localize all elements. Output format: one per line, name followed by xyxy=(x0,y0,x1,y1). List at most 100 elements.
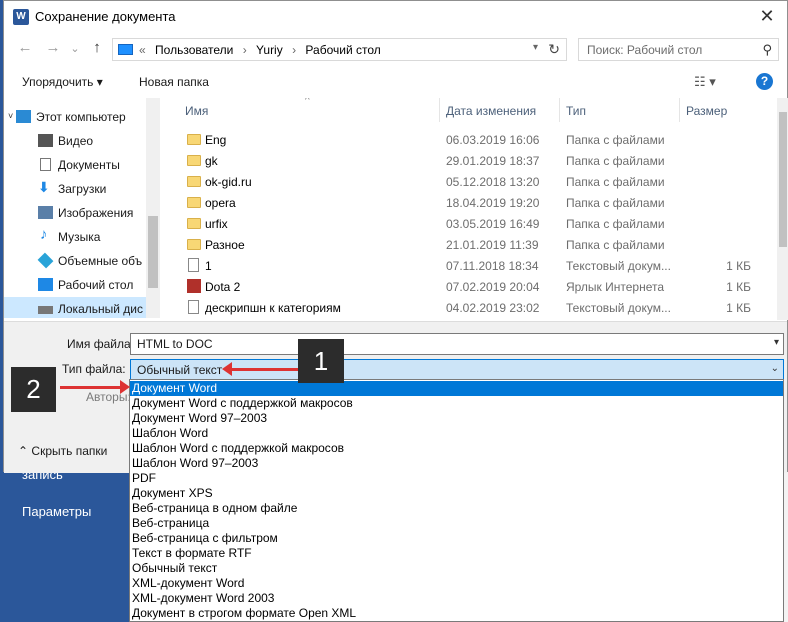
chevron-down-icon[interactable]: ⌄ xyxy=(771,363,779,374)
filetype-option[interactable]: XML-документ Word 2003 xyxy=(130,591,783,606)
recent-dropdown-icon[interactable]: ⌄ xyxy=(66,42,84,55)
file-date: 07.02.2019 20:04 xyxy=(446,280,540,294)
column-header-date[interactable]: Дата изменения xyxy=(440,98,560,122)
table-row[interactable]: ok-gid.ru 05.12.2018 13:20 Папка с файлами xyxy=(167,171,777,192)
nav-scrollbar[interactable] xyxy=(146,98,160,318)
filetype-option[interactable]: Текст в формате RTF xyxy=(130,546,783,561)
chevron-down-icon[interactable]: ▾ xyxy=(533,42,538,53)
annotation-arrowhead-1 xyxy=(222,362,232,376)
filetype-option[interactable]: XML-документ Word xyxy=(130,576,783,591)
back-arrow-icon[interactable]: ← xyxy=(16,39,34,56)
table-row[interactable]: 1 07.11.2018 18:34 Текстовый докум... 1 КБ xyxy=(167,255,777,276)
filetype-option[interactable]: Документ Word 97–2003 xyxy=(130,411,783,426)
search-input[interactable]: Поиск: Рабочий стол ⚲ xyxy=(578,38,779,61)
filename-value: HTML to DOC xyxy=(137,337,213,351)
nav-item-local-disk[interactable]: Локальный дис xyxy=(4,297,146,318)
computer-icon xyxy=(118,44,133,55)
nav-label: Объемные объ xyxy=(58,254,143,268)
desktop-icon xyxy=(38,278,53,291)
file-name: opera xyxy=(205,196,236,210)
table-row[interactable]: дескрипшн к категориям 04.02.2019 23:02 Те… xyxy=(167,297,777,318)
filetype-label: Тип файла: xyxy=(62,362,126,376)
text-document-icon xyxy=(188,258,199,272)
title-bar: W Сохранение документа ✕ xyxy=(4,1,787,33)
file-name: Dota 2 xyxy=(205,280,241,294)
breadcrumb-separator[interactable]: › xyxy=(243,43,247,57)
table-row[interactable]: Разное 21.01.2019 11:39 Папка с файлами xyxy=(167,234,777,255)
filetype-option[interactable]: Веб-страница в одном файле xyxy=(130,501,783,516)
table-row[interactable]: Dota 2 07.02.2019 20:04 Ярлык Интернета 1 К… xyxy=(167,276,777,297)
filetype-option[interactable]: Документ в строгом формате Open XML xyxy=(130,606,783,621)
breadcrumb: « Пользователи › Yuriy › Рабочий стол xyxy=(139,43,387,57)
column-header-size[interactable]: Размер xyxy=(680,98,777,122)
nav-label: Документы xyxy=(58,158,120,172)
word-app-icon: W xyxy=(13,9,29,25)
filetype-option[interactable]: Обычный текст xyxy=(130,561,783,576)
nav-item-pictures[interactable]: Изображения xyxy=(4,201,146,225)
filetype-option[interactable]: Веб-страница с фильтром xyxy=(130,531,783,546)
column-header-type[interactable]: Тип xyxy=(560,98,680,122)
new-folder-button[interactable]: Новая папка xyxy=(139,75,209,89)
filetype-option[interactable]: Шаблон Word xyxy=(130,426,783,441)
breadcrumb-overflow[interactable]: « xyxy=(139,43,146,57)
nav-item-documents[interactable]: Документы xyxy=(4,153,146,177)
file-list: ^ Имя Дата изменения Тип Размер Eng 06.03… xyxy=(167,98,777,320)
filetype-option[interactable]: Шаблон Word с поддержкой макросов xyxy=(130,441,783,456)
chevron-down-icon[interactable]: ˅ xyxy=(8,111,13,124)
hide-folders-button[interactable]: ⌃ Скрыть папки xyxy=(18,444,107,458)
navigation-bar: ← → ⌄ ↑ « Пользователи › Yuriy › Рабочий… xyxy=(4,35,787,63)
filename-label: Имя файла: xyxy=(67,337,134,351)
filetype-option[interactable]: Документ Word xyxy=(130,381,783,396)
nav-item-desktop[interactable]: Рабочий стол xyxy=(4,273,146,297)
filetype-option[interactable]: Веб-страница xyxy=(130,516,783,531)
nav-item-downloads[interactable]: ⬇ Загрузки xyxy=(4,177,146,201)
folder-icon xyxy=(187,155,201,166)
folder-icon xyxy=(187,176,201,187)
close-icon[interactable]: ✕ xyxy=(757,6,777,27)
file-list-scrollbar[interactable] xyxy=(777,98,788,320)
file-name: urfix xyxy=(205,217,228,231)
file-size: 1 КБ xyxy=(726,259,751,273)
file-date: 03.05.2019 16:49 xyxy=(446,217,540,231)
filename-field[interactable]: HTML to DOC ▾ xyxy=(130,333,784,355)
address-bar[interactable]: « Пользователи › Yuriy › Рабочий стол ▾ … xyxy=(112,38,567,61)
forward-arrow-icon[interactable]: → xyxy=(44,39,62,56)
table-row[interactable]: Eng 06.03.2019 16:06 Папка с файлами xyxy=(167,129,777,150)
nav-item-this-pc[interactable]: ˅ Этот компьютер xyxy=(4,105,146,129)
breadcrumb-separator[interactable]: › xyxy=(292,43,296,57)
nav-label: Локальный дис xyxy=(58,302,143,316)
filetype-option[interactable]: PDF xyxy=(130,471,783,486)
breadcrumb-yuriy[interactable]: Yuriy xyxy=(256,43,283,57)
table-row[interactable]: opera 18.04.2019 19:20 Папка с файлами xyxy=(167,192,777,213)
help-icon[interactable]: ? xyxy=(756,73,773,90)
file-name: Разное xyxy=(205,238,245,252)
refresh-icon[interactable]: ↻ xyxy=(548,41,560,58)
nav-item-music[interactable]: ♪ Музыка xyxy=(4,225,146,249)
table-row[interactable]: urfix 03.05.2019 16:49 Папка с файлами xyxy=(167,213,777,234)
breadcrumb-desktop[interactable]: Рабочий стол xyxy=(305,43,380,57)
folder-icon xyxy=(187,239,201,250)
nav-item-video[interactable]: Видео xyxy=(4,129,146,153)
file-name: дескрипшн к категориям xyxy=(205,301,341,315)
filetype-dropdown-list: Документ Word Документ Word с поддержкой … xyxy=(129,379,784,622)
hide-folders-label: Скрыть папки xyxy=(31,444,108,458)
backstage-item-options[interactable]: Параметры xyxy=(22,504,91,519)
annotation-arrow-1 xyxy=(228,368,300,371)
search-icon: ⚲ xyxy=(762,42,772,57)
column-header-name[interactable]: ^ Имя xyxy=(167,98,440,122)
nav-item-3d-objects[interactable]: Объемные объ xyxy=(4,249,146,273)
organize-button[interactable]: Упорядочить ▾ xyxy=(22,75,103,89)
filetype-option[interactable]: Документ Word с поддержкой макросов xyxy=(130,396,783,411)
scrollbar-thumb[interactable] xyxy=(148,216,158,288)
chevron-down-icon[interactable]: ▾ xyxy=(774,337,779,348)
up-arrow-icon[interactable]: ↑ xyxy=(88,39,106,56)
filetype-option[interactable]: Документ XPS xyxy=(130,486,783,501)
nav-label: Этот компьютер xyxy=(36,110,126,124)
scrollbar-thumb[interactable] xyxy=(779,112,787,247)
filetype-option[interactable]: Шаблон Word 97–2003 xyxy=(130,456,783,471)
nav-label: Музыка xyxy=(58,230,101,244)
view-options-icon[interactable]: ☷ ▾ xyxy=(694,74,716,90)
file-name: gk xyxy=(205,154,218,168)
breadcrumb-users[interactable]: Пользователи xyxy=(155,43,233,57)
table-row[interactable]: gk 29.01.2019 18:37 Папка с файлами xyxy=(167,150,777,171)
